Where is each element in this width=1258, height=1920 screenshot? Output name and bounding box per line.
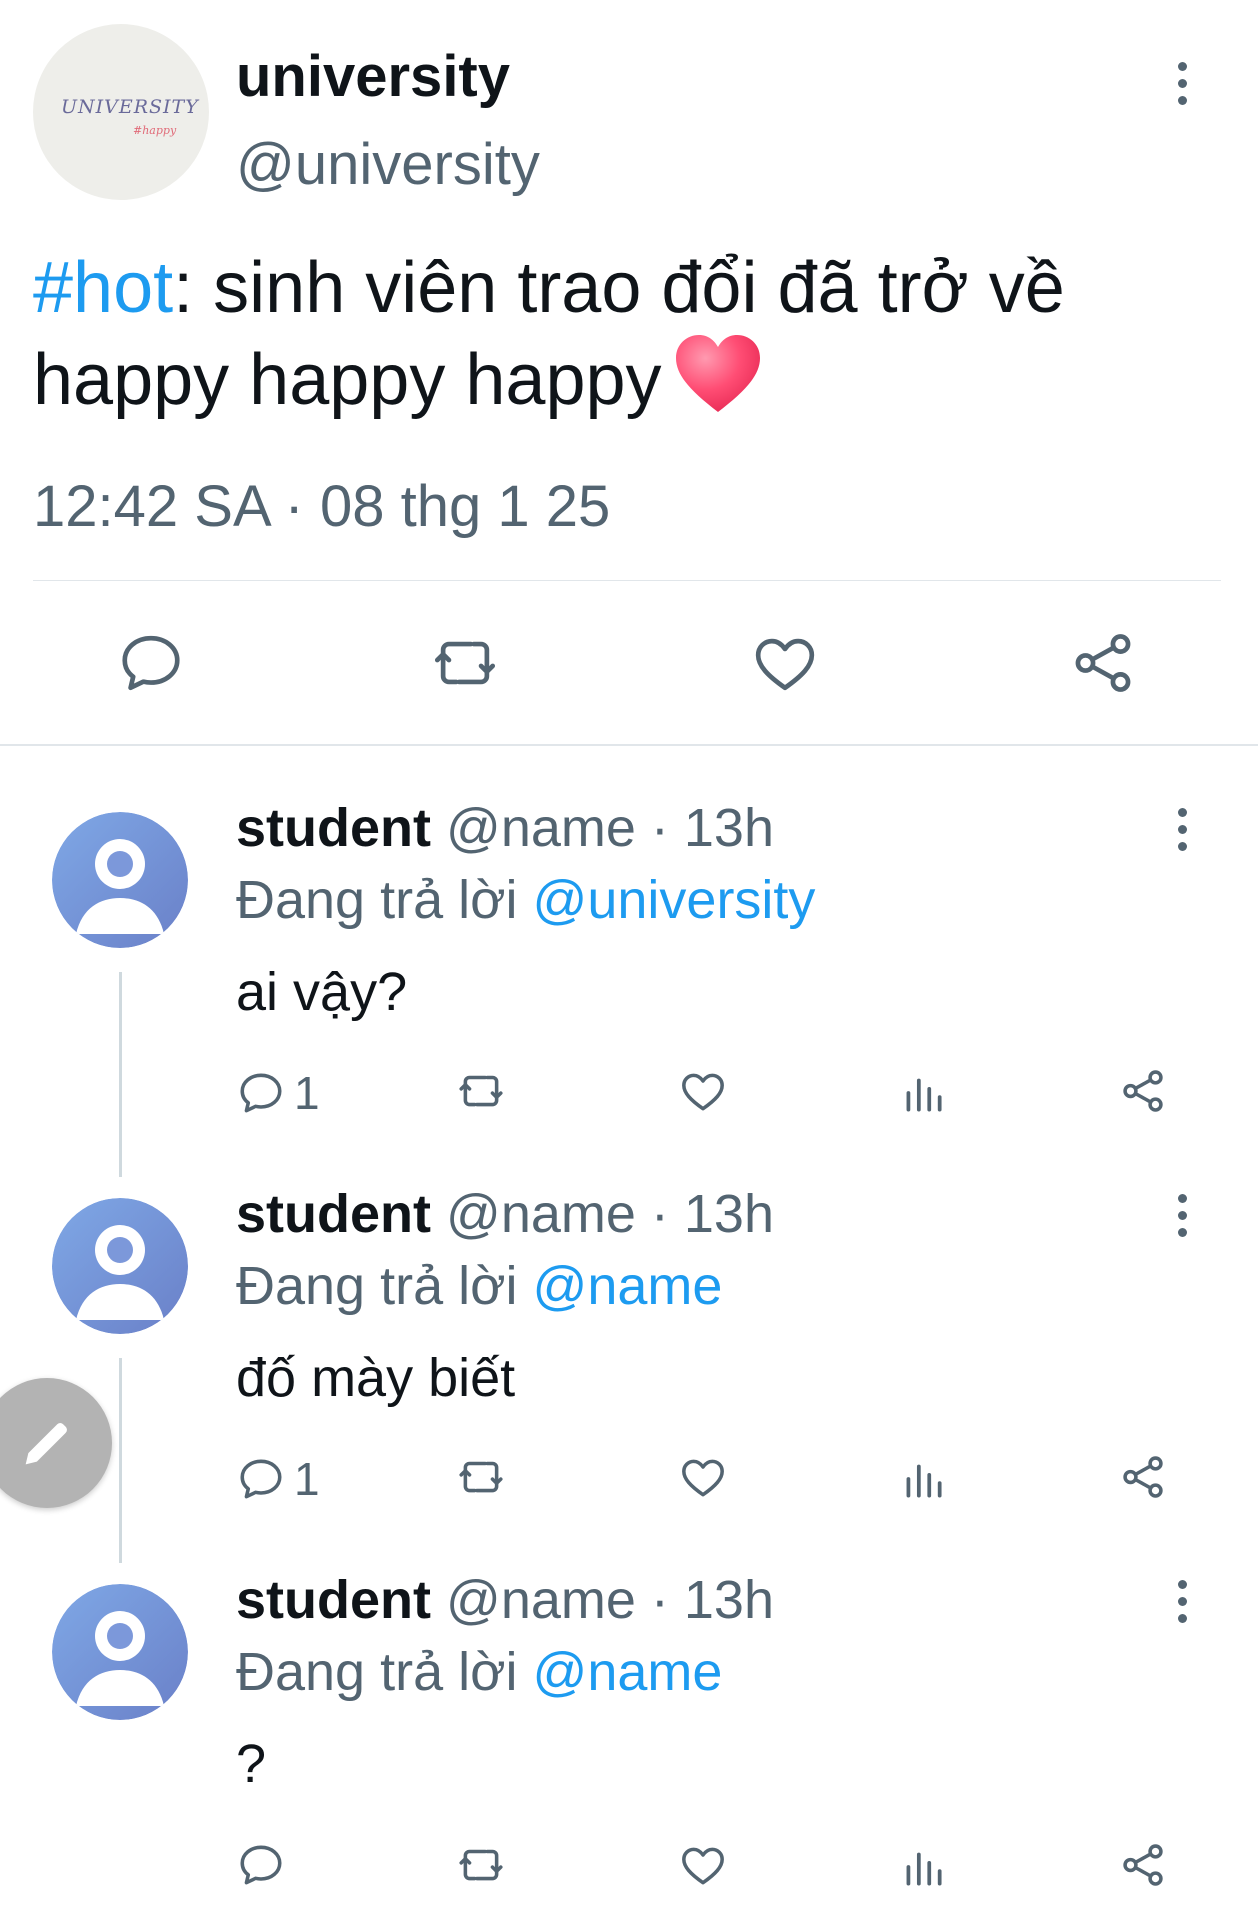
reply-avatar[interactable] [52,1198,188,1334]
views-analytics-icon[interactable] [898,1068,948,1118]
replying-to-prefix: Đang trả lời [236,870,533,930]
more-options-icon[interactable] [1172,808,1192,851]
author-display-name[interactable]: university [236,44,510,110]
reply-count: 1 [294,1453,320,1505]
reply-avatar[interactable] [52,1584,188,1720]
thread-line [119,1358,122,1563]
reply-button[interactable] [236,1840,294,1890]
reply-icon [240,1073,282,1113]
reply-header: student @name · 13h [236,1182,774,1246]
red-heart-emoji-icon [672,332,764,416]
more-options-icon[interactable] [1172,1580,1192,1623]
replying-to-line: Đang trả lời @university [236,868,815,932]
like-icon[interactable] [678,1066,728,1116]
replying-to-mention[interactable]: @university [533,870,816,930]
university-avatar[interactable]: UNIVERSITY #happy [33,24,209,200]
divider [33,580,1221,581]
replying-to-line: Đang trả lời @name [236,1254,722,1318]
reply-count: 1 [294,1067,320,1119]
reply-avatar[interactable] [52,812,188,948]
reply-icon [240,1845,282,1885]
views-analytics-icon[interactable] [898,1842,948,1892]
tweet-timestamp[interactable]: 12:42 SA · 08 thg 1 25 [33,472,610,542]
share-icon[interactable] [1118,1452,1168,1502]
replying-to-line: Đang trả lời @name [236,1640,722,1704]
reply-icon [240,1459,282,1499]
replying-to-prefix: Đang trả lời [236,1642,533,1702]
reply-text: ai vậy? [236,962,408,1022]
reply-author-name[interactable]: student [236,1184,431,1244]
reply-button[interactable]: 1 [236,1452,320,1506]
author-handle[interactable]: @university [236,132,540,198]
like-icon[interactable] [678,1840,728,1890]
reply-handle-time: @name · 13h [431,798,774,858]
reply-handle-time: @name · 13h [431,1570,774,1630]
thread-line [119,972,122,1177]
retweet-icon[interactable] [456,1066,506,1116]
share-icon[interactable] [1118,1066,1168,1116]
reply-header: student @name · 13h [236,796,774,860]
views-analytics-icon[interactable] [898,1454,948,1504]
hashtag-link[interactable]: #hot [33,248,173,328]
pencil-icon [25,1423,67,1465]
reply-handle-time: @name · 13h [431,1184,774,1244]
retweet-icon[interactable] [456,1840,506,1890]
tweet-text: #hot: sinh viên trao đổi đã trở về happy… [33,244,1223,424]
more-options-icon[interactable] [1172,62,1192,105]
reply-header: student @name · 13h [236,1568,774,1632]
reply-button[interactable]: 1 [236,1066,320,1120]
reply-icon[interactable] [116,628,186,698]
replying-to-mention[interactable]: @name [533,1642,723,1702]
like-icon[interactable] [750,628,820,698]
more-options-icon[interactable] [1172,1194,1192,1237]
retweet-icon[interactable] [430,628,500,698]
reply-author-name[interactable]: student [236,1570,431,1630]
share-icon[interactable] [1118,1840,1168,1890]
avatar-logo-text: UNIVERSITY [61,96,199,118]
divider [0,744,1258,746]
replying-to-mention[interactable]: @name [533,1256,723,1316]
share-icon[interactable] [1068,628,1138,698]
compose-button[interactable] [0,1378,112,1508]
avatar-logo-subtext: #happy [133,124,177,137]
retweet-icon[interactable] [456,1452,506,1502]
tweet-body: : sinh viên trao đổi đã trở về happy hap… [33,248,1065,420]
replying-to-prefix: Đang trả lời [236,1256,533,1316]
reply-text: đố mày biết [236,1348,516,1408]
like-icon[interactable] [678,1452,728,1502]
reply-text: ? [236,1734,267,1794]
reply-author-name[interactable]: student [236,798,431,858]
